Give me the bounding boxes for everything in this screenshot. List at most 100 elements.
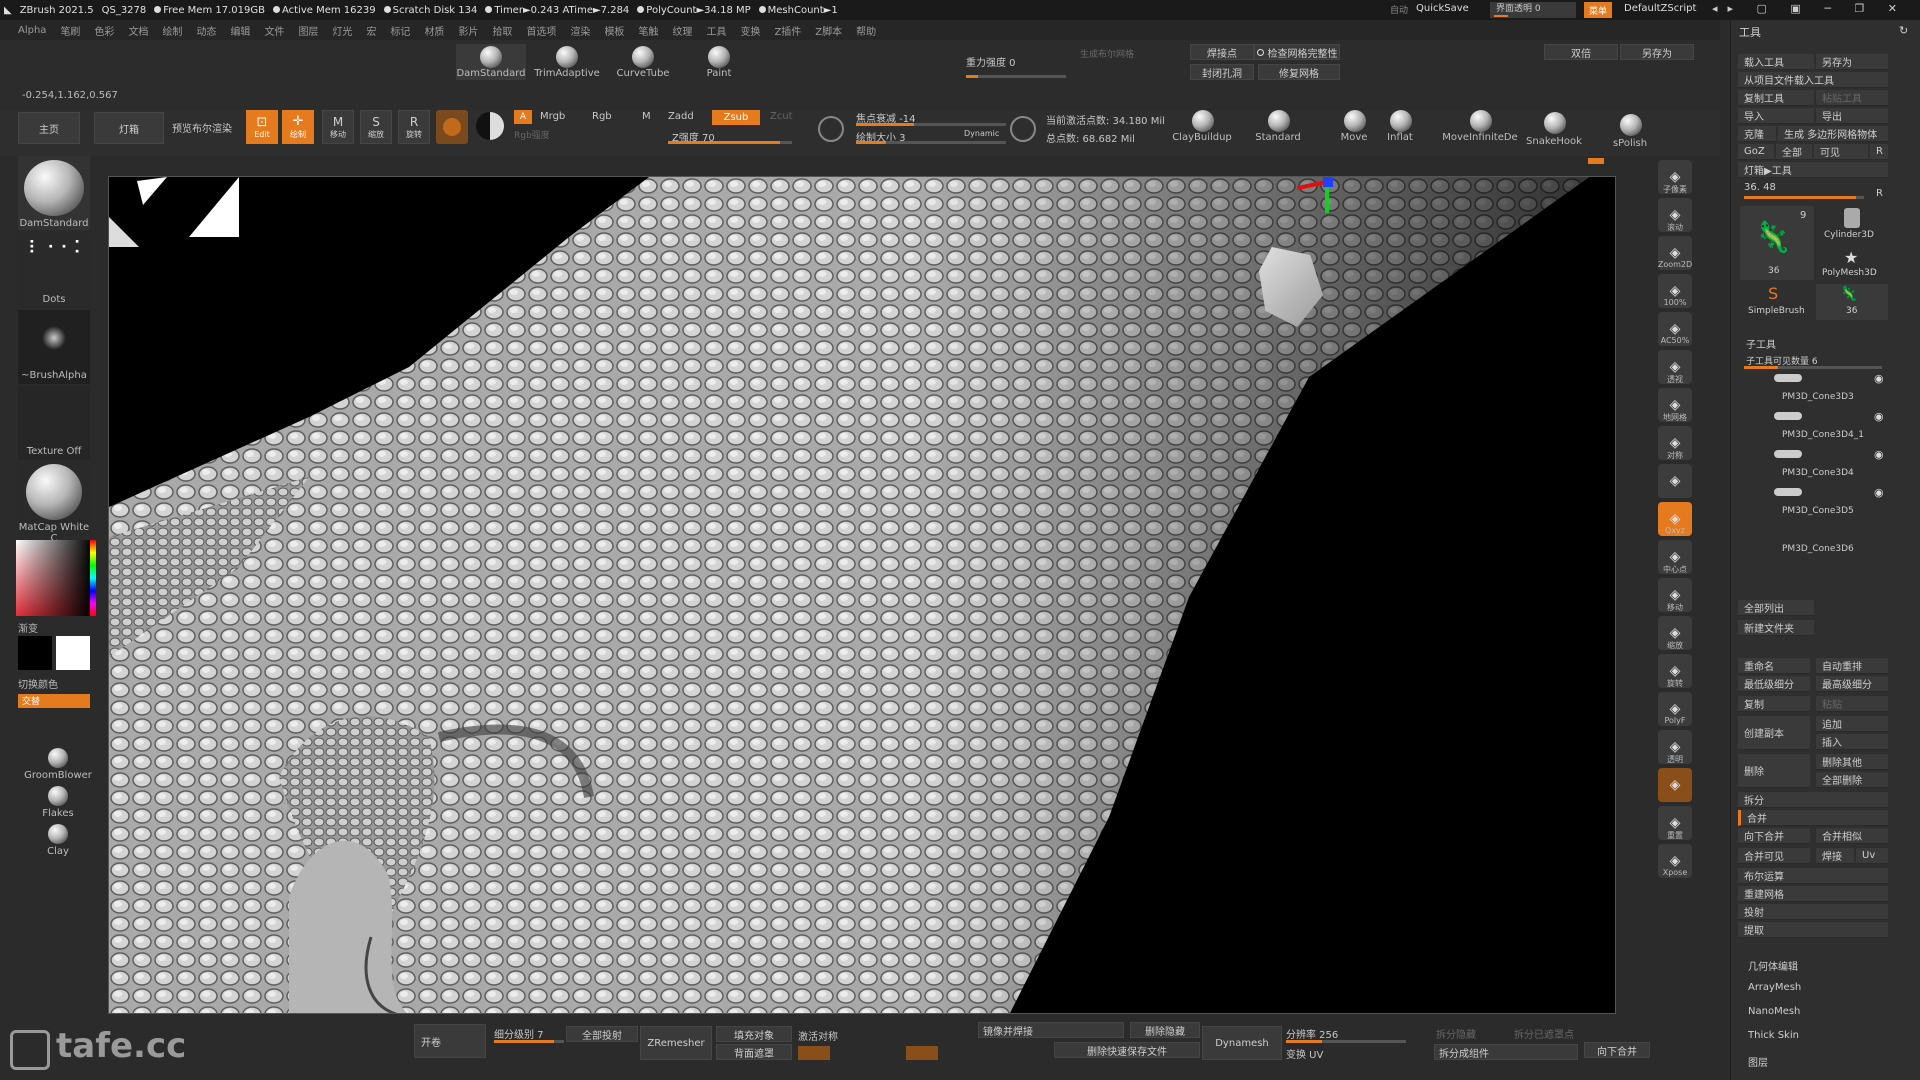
menu-item[interactable]: 动态 bbox=[196, 23, 216, 38]
thickskin-section[interactable]: Thick Skin bbox=[1748, 1030, 1799, 1041]
focal-shift-icon[interactable] bbox=[818, 116, 844, 142]
brush-inflat-button[interactable]: Inflat bbox=[1364, 110, 1436, 146]
menu-toggle-button[interactable]: 菜单 bbox=[1584, 2, 1612, 18]
check-mesh-button[interactable]: 检查网格完整性 bbox=[1254, 44, 1340, 60]
mrgb-toggle[interactable]: Mrgb bbox=[540, 111, 565, 122]
copy-tool-button[interactable]: 复制工具 bbox=[1738, 90, 1814, 106]
paste-subtool-button[interactable]: 粘贴 bbox=[1816, 696, 1888, 712]
split-unmasked-button[interactable]: 拆分已遮罩点 bbox=[1514, 1026, 1574, 1041]
zsub-toggle[interactable]: Zsub bbox=[712, 110, 760, 125]
list-all-button[interactable]: 全部列出 bbox=[1738, 600, 1814, 616]
menu-item[interactable]: 模板 bbox=[604, 23, 624, 38]
dynamesh-button[interactable]: Dynamesh bbox=[1202, 1026, 1282, 1060]
subtool-toggle[interactable] bbox=[1774, 412, 1802, 420]
mirror-weld-button[interactable]: 镜像并焊接 bbox=[978, 1022, 1124, 1038]
alternate-button[interactable]: 交替 bbox=[18, 694, 90, 708]
window-controls[interactable]: ◂▸ ▢ ▣ ─ ❐ ✕ bbox=[1712, 2, 1907, 15]
eye-icon[interactable]: ◉ bbox=[1874, 486, 1884, 499]
make-polymesh-button[interactable]: 生成 多边形网格物体 bbox=[1778, 126, 1888, 142]
project-all-button[interactable]: 全部投射 bbox=[566, 1026, 638, 1042]
color-picker[interactable] bbox=[16, 540, 92, 616]
subdiv-level-slider[interactable]: 细分级别 7 bbox=[494, 1026, 544, 1041]
sym-z-toggle[interactable] bbox=[906, 1046, 938, 1060]
stroke-dots-button[interactable]: ⠇ ⠂⠂⠅ Dots bbox=[18, 234, 90, 308]
export-button[interactable]: 导出 bbox=[1816, 108, 1888, 124]
rgb-toggle[interactable]: Rgb bbox=[592, 111, 612, 122]
brush-standard-button[interactable]: Standard bbox=[1242, 110, 1314, 146]
merge-visible-button[interactable]: 合并可见 bbox=[1738, 848, 1810, 864]
delete-button[interactable]: 删除 bbox=[1738, 754, 1810, 788]
uv-button[interactable]: Uv bbox=[1856, 848, 1888, 864]
menu-item[interactable]: 绘制 bbox=[162, 23, 182, 38]
lightbox-tab[interactable]: 灯箱 bbox=[94, 112, 164, 144]
eye-icon[interactable]: ◉ bbox=[1874, 448, 1884, 461]
menu-item[interactable]: 编辑 bbox=[230, 23, 250, 38]
color-picker-icon[interactable] bbox=[476, 112, 504, 140]
menu-item[interactable]: 宏 bbox=[366, 23, 376, 38]
merge-down-bottom-button[interactable]: 向下合并 bbox=[1584, 1042, 1650, 1058]
insert-button[interactable]: 插入 bbox=[1816, 734, 1888, 750]
fix-mesh-button[interactable]: 修复网格 bbox=[1258, 64, 1340, 80]
draw-size-track[interactable] bbox=[856, 141, 1006, 144]
save-as-tool-button[interactable]: 另存为 bbox=[1816, 54, 1888, 70]
subtool-row[interactable]: ◉ PM3D_Cone3D3 bbox=[1744, 372, 1890, 408]
menu-item[interactable]: 首选项 bbox=[526, 23, 556, 38]
draw-mode-button[interactable]: ✛ 绘制 bbox=[282, 110, 314, 144]
menu-item[interactable]: 色彩 bbox=[94, 23, 114, 38]
menu-item[interactable]: 纹理 bbox=[672, 23, 692, 38]
double-button[interactable]: 双倍 bbox=[1544, 44, 1618, 60]
eye-icon[interactable]: ◉ bbox=[1874, 372, 1884, 385]
split-hidden-button[interactable]: 拆分隐藏 bbox=[1436, 1026, 1476, 1041]
a-toggle[interactable]: A bbox=[514, 110, 532, 124]
load-tool-button[interactable]: 载入工具 bbox=[1738, 54, 1814, 70]
transform-uv-button[interactable]: 变换 UV bbox=[1286, 1046, 1323, 1061]
project-section[interactable]: 投射 bbox=[1738, 904, 1888, 920]
tool-thumb-polymesh3d[interactable]: ★ PolyMesh3D bbox=[1816, 246, 1888, 282]
import-button[interactable]: 导入 bbox=[1738, 108, 1814, 124]
arraymesh-section[interactable]: ArrayMesh bbox=[1748, 982, 1801, 993]
goz-r-button[interactable]: R bbox=[1870, 144, 1888, 160]
duplicate-button[interactable]: 创建副本 bbox=[1738, 716, 1810, 750]
open-button[interactable]: 开卷 bbox=[414, 1024, 486, 1058]
resolution-slider[interactable]: 分辨率 256 bbox=[1286, 1026, 1338, 1041]
gen-boolean-mesh-button[interactable]: 生成布尔网格 bbox=[1080, 47, 1134, 60]
current-brush-button[interactable]: DamStandard bbox=[18, 156, 90, 230]
brush-snakehook-button[interactable]: SnakeHook bbox=[1518, 110, 1590, 148]
rotate-mode-button[interactable]: R 旋转 bbox=[398, 110, 430, 144]
new-folder-button[interactable]: 新建文件夹 bbox=[1738, 620, 1814, 636]
delete-other-button[interactable]: 删除其他 bbox=[1816, 754, 1888, 770]
zremesher-button[interactable]: ZRemesher bbox=[640, 1026, 712, 1060]
menu-item[interactable]: 文档 bbox=[128, 23, 148, 38]
boolean-section[interactable]: 布尔运算 bbox=[1738, 868, 1888, 884]
delete-hidden-button[interactable]: 删除隐藏 bbox=[1130, 1022, 1200, 1038]
menu-item[interactable]: 图层 bbox=[298, 23, 318, 38]
edit-mode-button[interactable]: ⊡ Edit bbox=[246, 110, 278, 144]
viewport-canvas[interactable] bbox=[108, 176, 1616, 1014]
menu-item[interactable]: 工具 bbox=[706, 23, 726, 38]
sym-x-toggle[interactable] bbox=[798, 1046, 830, 1060]
subtool-row[interactable]: ◉ PM3D_Cone3D4_1 bbox=[1744, 410, 1890, 446]
delete-quicksave-button[interactable]: 删除快速保存文件 bbox=[1054, 1042, 1200, 1058]
menu-item[interactable]: 文件 bbox=[264, 23, 284, 38]
scale-mode-button[interactable]: S 缩放 bbox=[360, 110, 392, 144]
brush-clay-button[interactable]: Clay bbox=[18, 824, 98, 860]
gravity-strength-slider[interactable]: 重力强度 0 bbox=[966, 54, 1016, 69]
dynamic-brush-icon[interactable] bbox=[1010, 116, 1036, 142]
switch-color-button[interactable]: 切换颜色 bbox=[18, 676, 58, 691]
brush-moveinfinite-button[interactable]: MoveInfiniteDe bbox=[1440, 110, 1520, 146]
layers-section[interactable]: 图层 bbox=[1748, 1054, 1768, 1069]
subtool-header[interactable]: 子工具 bbox=[1746, 336, 1776, 351]
subtool-toggle[interactable] bbox=[1774, 450, 1802, 458]
weld-button[interactable]: 焊接 bbox=[1816, 848, 1854, 864]
lightbox-tools-button[interactable]: 灯箱▶工具 bbox=[1738, 162, 1888, 178]
lowest-subdiv-button[interactable]: 最低级细分 bbox=[1738, 676, 1810, 692]
subtool-toggle[interactable] bbox=[1774, 488, 1802, 496]
tool-thumb-dragon-small[interactable]: 🦎 36 bbox=[1816, 284, 1888, 320]
goz-all-button[interactable]: 全部 bbox=[1776, 144, 1812, 160]
tool-size-slider[interactable] bbox=[1744, 196, 1864, 199]
clone-button[interactable]: 克隆 bbox=[1738, 126, 1776, 142]
split-section[interactable]: 拆分 bbox=[1738, 792, 1888, 808]
quicksave-button[interactable]: QuickSave bbox=[1416, 3, 1469, 14]
dynamic-toggle[interactable]: Dynamic bbox=[964, 129, 999, 138]
gravity-slider-track[interactable] bbox=[966, 75, 1066, 78]
